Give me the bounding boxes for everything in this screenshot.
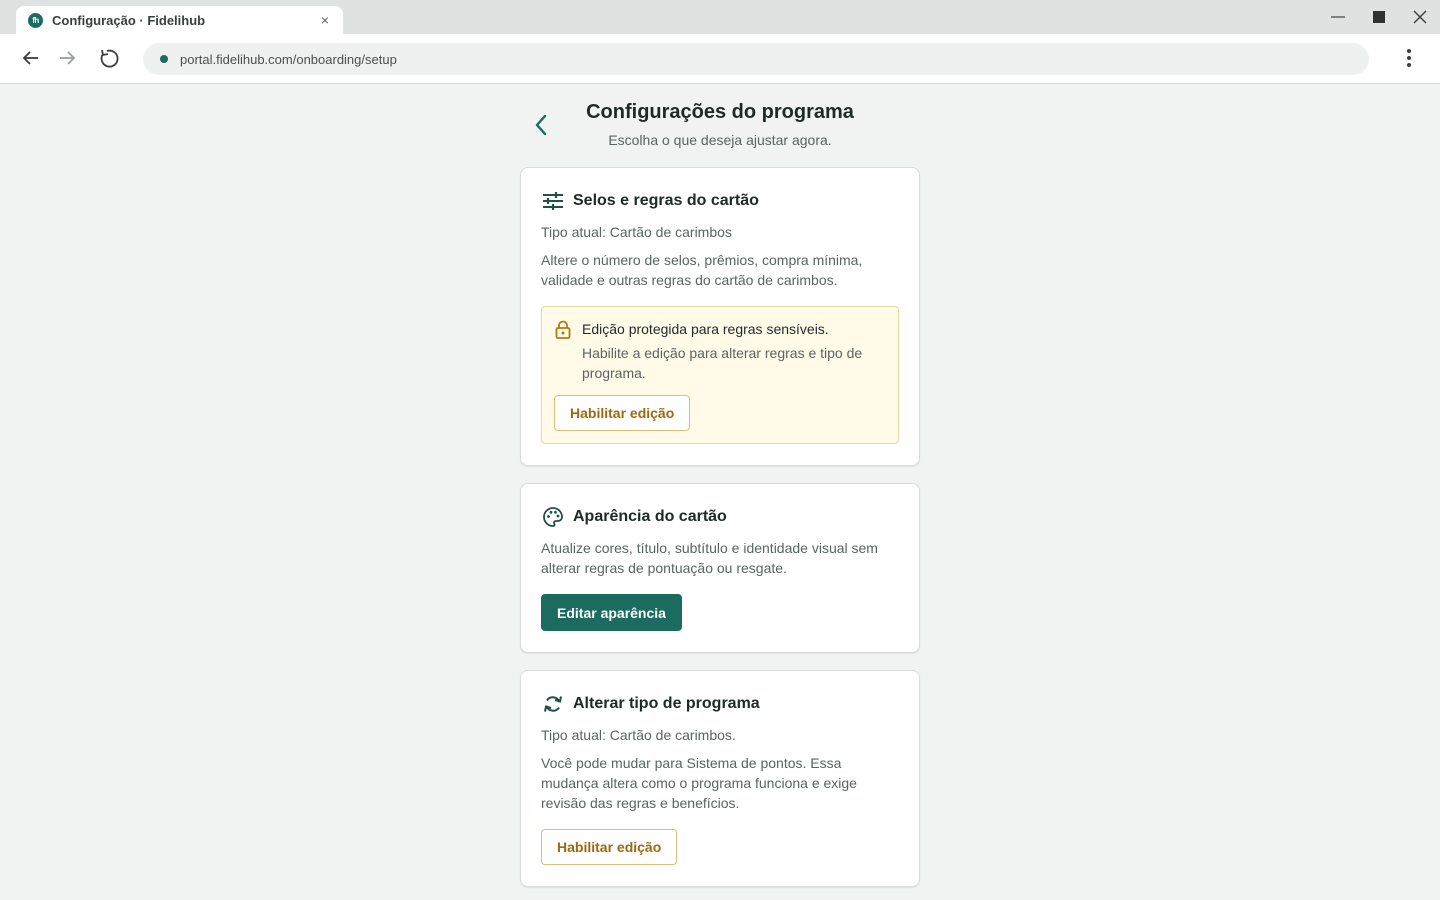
alert-body: Edição protegida para regras sensíveis. … — [582, 319, 886, 383]
browser-tab-bar: fh Configuração · Fidelihub × — [0, 0, 1440, 34]
protected-edit-alert: Edição protegida para regras sensíveis. … — [541, 306, 899, 444]
card-header: Selos e regras do cartão — [541, 188, 899, 214]
reload-icon[interactable] — [92, 41, 126, 75]
card-stamp-rules: Selos e regras do cartão Tipo atual: Car… — [520, 167, 920, 466]
enable-edit-button[interactable]: Habilitar edição — [554, 395, 691, 431]
edit-appearance-button[interactable]: Editar aparência — [541, 594, 682, 631]
card-description: Você pode mudar para Sistema de pontos. … — [541, 755, 857, 811]
card-title: Alterar tipo de programa — [573, 695, 760, 712]
current-type-text: Tipo atual: Cartão de carimbos — [541, 224, 732, 240]
card-description: Atualize cores, título, subtítulo e iden… — [541, 540, 878, 576]
secure-indicator-icon — [160, 55, 168, 63]
alert-text: Habilite a edição para alterar regras e … — [582, 345, 863, 381]
minimize-icon[interactable] — [1317, 0, 1358, 34]
card-header: Alterar tipo de programa — [541, 691, 899, 717]
alert-row: Edição protegida para regras sensíveis. … — [554, 319, 886, 383]
tab-close-icon[interactable]: × — [317, 12, 333, 28]
page-title: Configurações do programa — [586, 101, 854, 123]
enable-edit-button[interactable]: Habilitar edição — [541, 829, 678, 865]
lock-icon — [554, 320, 574, 340]
card-title: Aparência do cartão — [573, 508, 727, 525]
browser-toolbar: portal.fidelihub.com/onboarding/setup — [0, 34, 1440, 84]
card-program-type: Alterar tipo de programa Tipo atual: Car… — [520, 670, 920, 887]
sliders-icon — [541, 189, 565, 213]
page-content: Configurações do programa Escolha o que … — [0, 84, 1440, 900]
kebab-menu-icon[interactable] — [1392, 41, 1426, 75]
refresh-icon — [541, 692, 565, 716]
current-type-text: Tipo atual: Cartão de carimbos. — [541, 727, 736, 743]
alert-title: Edição protegida para regras sensíveis. — [582, 321, 829, 337]
card-description: Altere o número de selos, prêmios, compr… — [541, 252, 863, 288]
page-header: Configurações do programa Escolha o que … — [520, 84, 920, 164]
page-subtitle: Escolha o que deseja ajustar agora. — [608, 132, 832, 148]
browser-tab[interactable]: fh Configuração · Fidelihub × — [16, 6, 343, 34]
back-arrow-icon[interactable] — [14, 41, 48, 75]
url-text: portal.fidelihub.com/onboarding/setup — [180, 51, 397, 67]
forward-arrow-icon[interactable] — [50, 41, 84, 75]
address-bar[interactable]: portal.fidelihub.com/onboarding/setup — [143, 43, 1369, 75]
card-appearance: Aparência do cartão Atualize cores, títu… — [520, 483, 920, 653]
card-header: Aparência do cartão — [541, 504, 899, 530]
window-controls — [1317, 0, 1440, 34]
maximize-icon[interactable] — [1358, 0, 1399, 34]
fidelihub-favicon-icon: fh — [28, 12, 43, 28]
palette-icon — [541, 505, 565, 529]
window-close-icon[interactable] — [1399, 0, 1440, 34]
card-title: Selos e regras do cartão — [573, 192, 759, 209]
tab-title: Configuração · Fidelihub — [52, 12, 206, 28]
